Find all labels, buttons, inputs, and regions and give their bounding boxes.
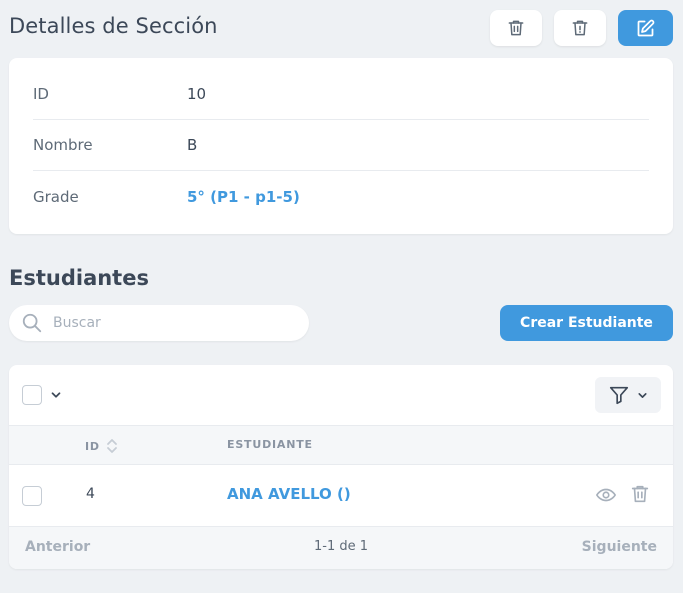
create-student-button[interactable]: Crear Estudiante [500, 305, 673, 341]
trash-alert-icon [572, 20, 588, 36]
students-title: Estudiantes [9, 266, 149, 290]
eye-icon[interactable] [595, 484, 617, 506]
force-delete-button[interactable] [554, 10, 606, 46]
column-label: ID [85, 439, 100, 453]
sort-icon [106, 439, 117, 453]
page-title: Detalles de Sección [9, 14, 218, 38]
delete-button[interactable] [490, 10, 542, 46]
edit-button[interactable] [618, 10, 673, 46]
row-checkbox[interactable] [22, 486, 42, 506]
detail-value: 10 [187, 85, 207, 103]
filter-button[interactable] [595, 377, 661, 413]
detail-row-grade: Grade 5° (P1 - p1-5) [33, 171, 649, 222]
detail-label: Grade [33, 187, 79, 206]
table-row: 4 ANA AVELLO () [9, 465, 673, 527]
next-button[interactable]: Siguiente [582, 539, 657, 555]
detail-row-name: Nombre B [33, 120, 649, 171]
table-header: ID ESTUDIANTE [9, 425, 673, 465]
chevron-down-icon[interactable] [49, 388, 63, 402]
detail-value: B [187, 136, 198, 154]
trash-icon [508, 20, 524, 36]
search-box [9, 305, 309, 341]
students-table: ID ESTUDIANTE 4 ANA AVELLO () Anterior 1… [9, 365, 673, 569]
cell-id: 4 [86, 486, 95, 502]
select-all-checkbox[interactable] [22, 385, 42, 405]
column-header-student: ESTUDIANTE [227, 438, 313, 451]
filter-icon [609, 386, 628, 405]
search-icon [22, 313, 42, 333]
pagination: Anterior 1-1 de 1 Siguiente [9, 527, 673, 569]
section-details-card: ID 10 Nombre B Grade 5° (P1 - p1-5) [9, 58, 673, 234]
search-input[interactable] [53, 315, 273, 331]
detail-label: ID [33, 85, 49, 103]
edit-icon [637, 19, 655, 36]
detail-label: Nombre [33, 136, 93, 154]
student-name-link[interactable]: ANA AVELLO () [227, 485, 351, 503]
pagination-info: 1-1 de 1 [313, 539, 369, 554]
trash-icon[interactable] [629, 483, 651, 505]
column-header-id[interactable]: ID [85, 438, 118, 454]
chevron-down-icon [637, 392, 647, 398]
grade-link[interactable]: 5° (P1 - p1-5) [187, 188, 300, 206]
table-toolbar [9, 365, 673, 425]
detail-row-id: ID 10 [33, 69, 649, 120]
